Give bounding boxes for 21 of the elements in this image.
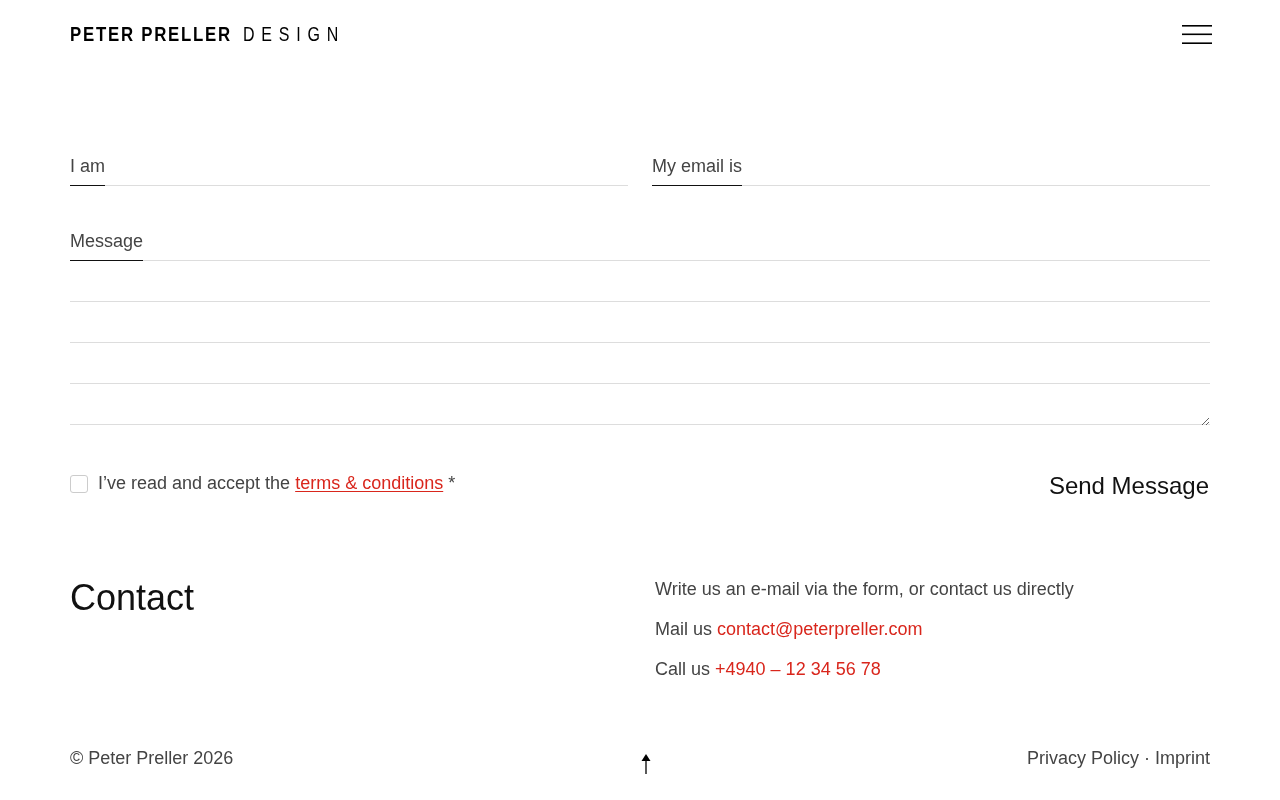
logo-suffix[interactable]: DESIGN: [243, 22, 346, 46]
contact-intro: Write us an e-mail via the form, or contact us directly: [655, 578, 1075, 601]
menu-icon[interactable]: [1182, 24, 1212, 44]
arrow-up-icon[interactable]: [640, 754, 651, 774]
phone-link[interactable]: +4940 – 12 34 56 78: [715, 659, 881, 679]
email-link[interactable]: contact@peterpreller.com: [717, 619, 923, 639]
consent-text: I’ve read and accept the terms & conditions *: [98, 472, 456, 495]
imprint-link[interactable]: Imprint: [1155, 746, 1210, 770]
checkbox[interactable]: [70, 475, 88, 493]
copyright-text: © Peter Preller 2026: [70, 747, 235, 770]
phone-line: Call us +4940 – 12 34 56 78: [655, 658, 882, 681]
logo-name[interactable]: PETER PRELLER: [70, 22, 232, 46]
terms-link[interactable]: terms & conditions: [295, 473, 444, 493]
privacy-link[interactable]: Privacy Policy: [1026, 746, 1139, 770]
section-heading: Contact: [70, 576, 196, 620]
field-label: I am: [70, 154, 105, 186]
separator-text: ·: [1144, 747, 1150, 770]
mail-line: Mail us contact@peterpreller.com: [655, 618, 924, 641]
field-label: Message: [70, 229, 144, 261]
send-button[interactable]: Send Message: [1048, 471, 1209, 501]
field-label: My email is: [652, 154, 742, 186]
